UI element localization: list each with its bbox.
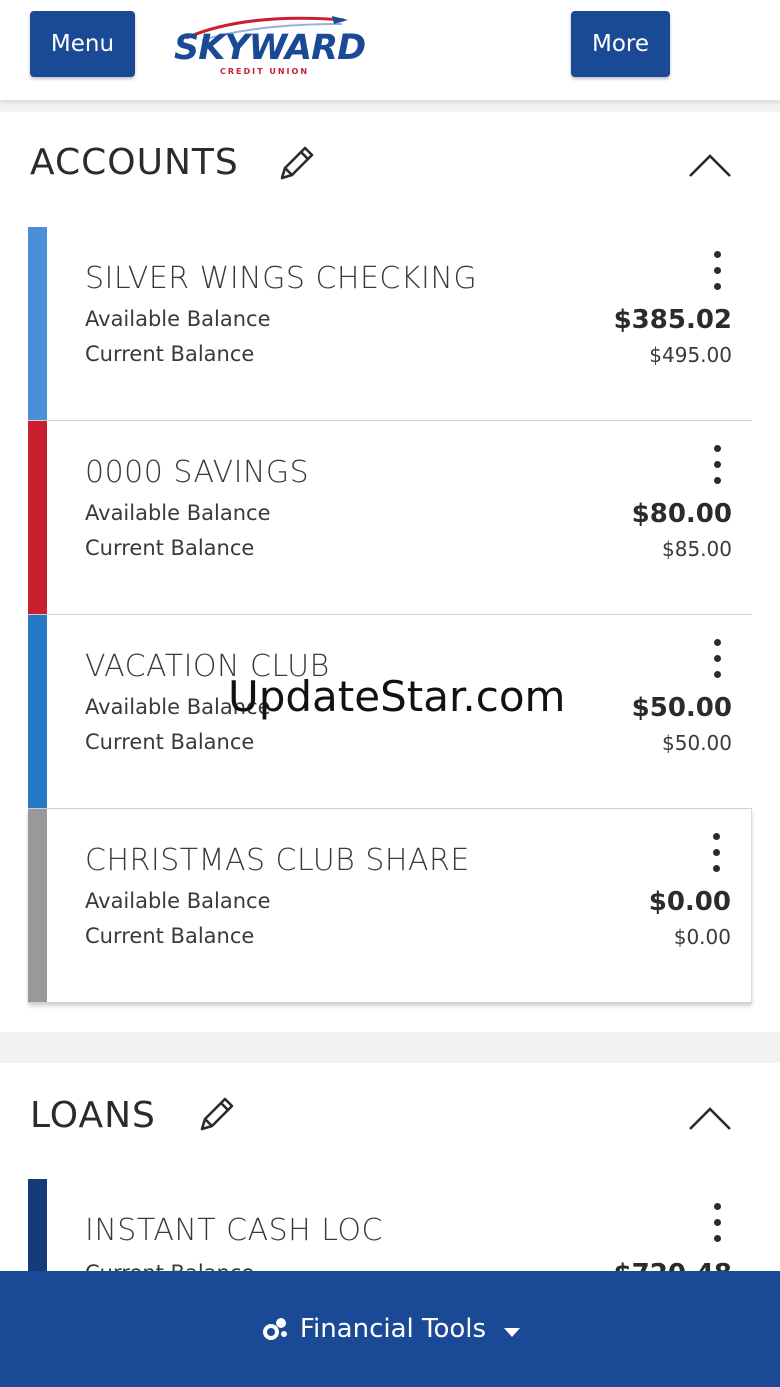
account-row-christmas-club[interactable]: CHRISTMAS CLUB SHARE Available Balance C…: [28, 809, 752, 1003]
account-color-bar: [28, 421, 47, 614]
current-balance-value: $85.00: [662, 537, 732, 561]
available-balance-label: Available Balance: [85, 307, 271, 331]
more-options-icon[interactable]: [711, 833, 721, 877]
available-balance-value: $0.00: [648, 887, 731, 917]
more-options-icon[interactable]: [712, 639, 722, 683]
account-color-bar: [28, 615, 47, 808]
account-color-bar: [28, 227, 47, 420]
caret-down-icon: [504, 1327, 521, 1337]
current-balance-value: $50.00: [662, 731, 732, 755]
chevron-up-icon[interactable]: [688, 1105, 732, 1131]
menu-button[interactable]: Menu: [30, 11, 135, 77]
coins-icon: [262, 1318, 287, 1340]
current-balance-value: $495.00: [649, 343, 732, 367]
current-balance-label: Current Balance: [85, 730, 255, 754]
available-balance-value: $80.00: [631, 499, 732, 529]
current-balance-label: Current Balance: [85, 342, 255, 366]
available-balance-value: $385.02: [613, 305, 732, 335]
skyward-logo[interactable]: SKYWARD CREDIT UNION: [172, 12, 366, 80]
financial-tools-label: Financial Tools: [299, 1314, 487, 1344]
accounts-title: ACCOUNTS: [30, 142, 239, 183]
more-options-icon[interactable]: [712, 1203, 722, 1247]
chevron-up-icon[interactable]: [688, 152, 732, 178]
app-header: Menu SKYWARD CREDIT UNION More: [0, 0, 780, 100]
account-color-bar: [28, 809, 47, 1002]
current-balance-label: Current Balance: [85, 536, 255, 560]
account-name: CHRISTMAS CLUB SHARE: [85, 843, 470, 878]
financial-tools-bar[interactable]: Financial Tools: [0, 1271, 780, 1387]
available-balance-label: Available Balance: [85, 501, 271, 525]
account-row-checking[interactable]: SILVER WINGS CHECKING Available Balance …: [28, 227, 752, 421]
account-row-savings[interactable]: 0000 SAVINGS Available Balance Current B…: [28, 421, 752, 615]
current-balance-label: Current Balance: [85, 924, 255, 948]
loans-title: LOANS: [30, 1095, 156, 1136]
account-name: SILVER WINGS CHECKING: [85, 261, 478, 296]
account-name: 0000 SAVINGS: [85, 455, 310, 490]
loan-name: INSTANT CASH LOC: [85, 1213, 383, 1248]
more-options-icon[interactable]: [712, 251, 722, 295]
more-button[interactable]: More: [571, 11, 670, 77]
pencil-icon[interactable]: [274, 142, 318, 186]
pencil-icon[interactable]: [194, 1093, 238, 1137]
accounts-section: ACCOUNTS SILVER WINGS CHECKING Available…: [0, 112, 780, 1032]
available-balance-value: $50.00: [631, 693, 732, 723]
current-balance-value: $0.00: [673, 925, 731, 949]
available-balance-label: Available Balance: [85, 889, 271, 913]
logo-subtext: CREDIT UNION: [220, 67, 310, 76]
logo-text: SKYWARD: [174, 28, 366, 68]
more-options-icon[interactable]: [712, 445, 722, 489]
watermark: UpdateStar.com: [228, 672, 566, 721]
